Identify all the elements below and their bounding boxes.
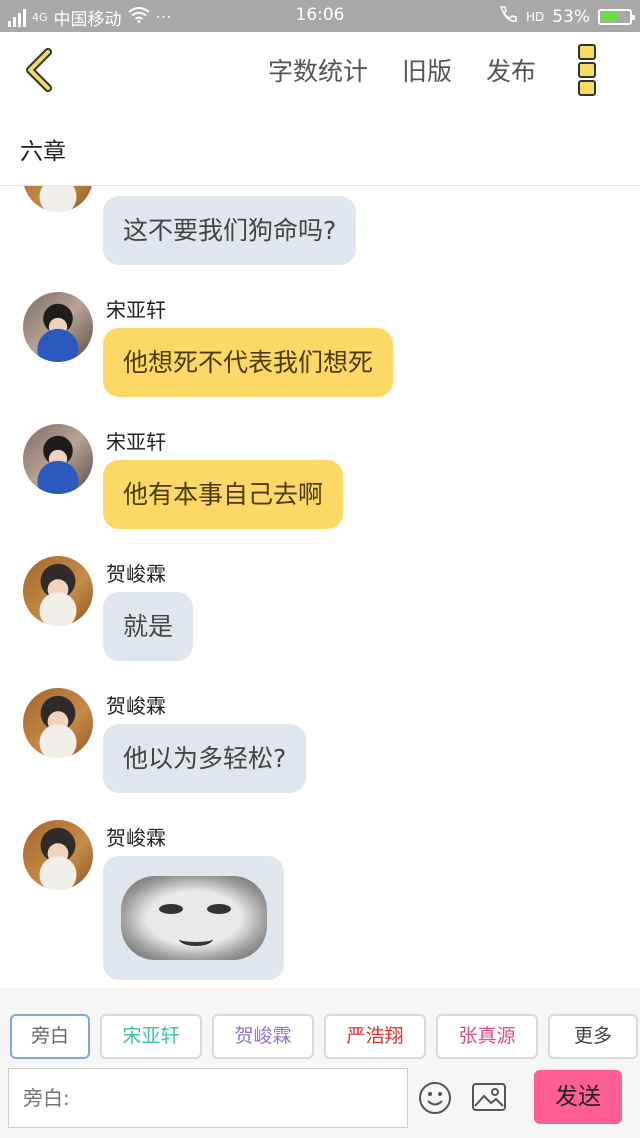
message-bubble[interactable]: 就是 <box>103 592 194 661</box>
meme-sticker-image <box>121 876 267 960</box>
message-bubble[interactable]: 这不要我们狗命吗? <box>103 196 357 265</box>
chapter-title: 六章 <box>20 139 66 165</box>
message-input[interactable] <box>21 1085 399 1111</box>
publish-button[interactable]: 发布 <box>486 52 536 88</box>
speaker-name: 贺峻霖 <box>106 694 166 718</box>
avatar[interactable] <box>23 688 93 758</box>
speaker-name: 贺峻霖 <box>106 826 166 850</box>
message-bubble[interactable]: 他想死不代表我们想死 <box>103 328 394 397</box>
emoji-button[interactable] <box>418 1081 452 1115</box>
battery-percent: 53% <box>552 6 590 27</box>
call-icon <box>498 5 518 28</box>
battery-level <box>601 11 617 22</box>
menu-dot-icon <box>578 80 596 96</box>
smiley-icon <box>419 1082 451 1114</box>
image-message-bubble[interactable] <box>103 856 284 980</box>
avatar[interactable] <box>23 820 93 890</box>
menu-dot-icon <box>578 44 596 60</box>
back-button[interactable] <box>16 42 66 98</box>
battery-icon <box>598 8 635 25</box>
status-bar: 4G 中国移动 ··· 16:06 HD 53% <box>0 0 640 32</box>
composer-panel: 旁白 宋亚轩 贺峻霖 严浩翔 张真源 更多 发送 <box>0 988 640 1138</box>
image-icon <box>472 1083 506 1111</box>
chevron-left-icon <box>26 48 52 92</box>
role-tab-yan-haoxiang[interactable]: 严浩翔 <box>324 1014 426 1059</box>
menu-dot-icon <box>578 62 596 78</box>
speaker-name: 宋亚轩 <box>106 298 166 322</box>
role-tab-more[interactable]: 更多 <box>548 1014 638 1059</box>
speaker-name: 宋亚轩 <box>106 430 166 454</box>
avatar[interactable] <box>23 292 93 362</box>
avatar[interactable] <box>23 424 93 494</box>
role-tabs: 旁白 宋亚轩 贺峻霖 严浩翔 张真源 更多 <box>10 1014 638 1059</box>
role-tab-narration[interactable]: 旁白 <box>10 1014 90 1059</box>
more-menu-button[interactable] <box>578 44 600 96</box>
chat-list[interactable]: 这不要我们狗命吗? 宋亚轩 他想死不代表我们想死 宋亚轩 他有本事自己去啊 贺峻… <box>0 186 640 988</box>
role-tab-zhang-zhenyuan[interactable]: 张真源 <box>436 1014 538 1059</box>
meme-eye <box>207 904 231 914</box>
chapter-row[interactable]: 六章 <box>0 108 640 186</box>
word-count-button[interactable]: 字数统计 <box>268 52 368 88</box>
message-input-box[interactable] <box>8 1068 408 1128</box>
hd-badge: HD <box>525 9 545 24</box>
editor-header: 字数统计 旧版 发布 <box>0 32 640 108</box>
avatar[interactable] <box>23 186 93 212</box>
old-version-button[interactable]: 旧版 <box>402 52 452 88</box>
role-tab-he-junlin[interactable]: 贺峻霖 <box>212 1014 314 1059</box>
message-bubble[interactable]: 他以为多轻松? <box>103 724 307 793</box>
speaker-name: 贺峻霖 <box>106 562 166 586</box>
meme-eye <box>159 904 183 914</box>
message-bubble[interactable]: 他有本事自己去啊 <box>103 460 344 529</box>
role-tab-song-yaxuan[interactable]: 宋亚轩 <box>100 1014 202 1059</box>
send-button[interactable]: 发送 <box>534 1070 622 1124</box>
insert-image-button[interactable] <box>471 1081 507 1113</box>
meme-mouth <box>179 932 213 946</box>
avatar[interactable] <box>23 556 93 626</box>
